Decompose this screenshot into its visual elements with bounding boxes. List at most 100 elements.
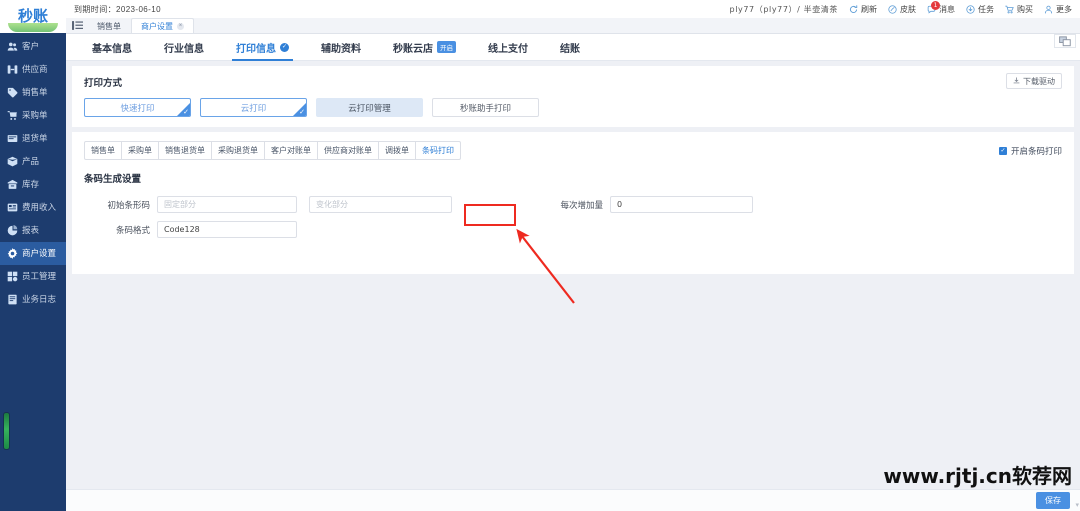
doc-tab-customer-statement[interactable]: 客户对账单 [265,142,318,159]
more-action[interactable]: 更多 [1044,4,1072,15]
scroll-down-icon[interactable]: ▾ [1075,501,1079,509]
refresh-action[interactable]: 刷新 [849,4,877,15]
sidebar-item-products[interactable]: 产品 [0,150,66,173]
doc-tab-purchase-order[interactable]: 采购单 [122,142,159,159]
close-icon[interactable]: × [177,22,184,30]
print-method-assistant[interactable]: 秒账助手打印 [432,98,539,117]
chart-icon [7,225,18,236]
tab-industry-info[interactable]: 行业信息 [148,34,220,61]
increment-label: 每次增加量 [560,199,603,210]
task-action[interactable]: 任务 [966,4,994,15]
doc-tab-supplier-statement[interactable]: 供应商对账单 [318,142,379,159]
account-name: ply77（ply77）/ 半壶清茶 [729,4,838,14]
tab-settlement[interactable]: 结账 [544,34,596,61]
staff-icon [7,271,18,282]
sidebar-item-suppliers[interactable]: 供应商 [0,58,66,81]
sidebar-item-sales-order[interactable]: 销售单 [0,81,66,104]
expense-icon [7,202,18,213]
module-tab-label: 辅助资料 [321,43,361,55]
print-method-buttons: 快速打印 ✓ 云打印 ✓ 云打印管理 秒账助手打印 [84,98,1062,117]
tab-online-payment[interactable]: 线上支付 [472,34,544,61]
warehouse-icon [7,179,18,190]
barcode-format-input[interactable]: Code128 [157,221,297,238]
enable-barcode-print-checkbox[interactable]: ✓ 开启条码打印 [998,145,1062,157]
sidebar-item-inventory[interactable]: 库存 [0,173,66,196]
window-restore-icon[interactable] [1054,34,1076,48]
more-label: 更多 [1056,4,1072,14]
message-action[interactable]: 1 消息 [927,0,955,15]
doc-tab-sales-order[interactable]: 销售单 [85,142,122,159]
skin-label: 皮肤 [900,4,916,14]
buy-action[interactable]: 购买 [1005,4,1033,15]
sidebar-item-staff-management[interactable]: 员工管理 [0,265,66,288]
sidebar-item-purchase-order[interactable]: 采购单 [0,104,66,127]
increment-input[interactable]: 0 [610,196,753,213]
barcode-card: 销售单 采购单 销售退货单 采购退货单 客户对账单 供应商对账单 调拨单 条码打… [72,132,1074,274]
module-tab-label: 结账 [560,43,580,55]
sales-order-icon [7,87,18,98]
footer-bar: 保存 ▾ [66,489,1080,511]
refresh-label: 刷新 [861,4,877,14]
doc-tab-purchase-return[interactable]: 采购退货单 [212,142,265,159]
sidebar-item-label: 销售单 [22,87,48,97]
print-method-label: 云打印管理 [348,102,391,113]
sidebar: 秒账 客户 供应商 销售单 采购单 退货单 产品 库存 费用收入 报表 商户设置… [0,0,66,511]
log-icon [7,294,18,305]
print-method-cloud-manage[interactable]: 云打印管理 [316,98,423,117]
download-icon [1013,76,1020,86]
tab-list-menu-icon[interactable] [71,19,84,32]
doc-tab-label: 销售单 [91,146,115,155]
cart-icon [7,110,18,121]
sidebar-item-label: 业务日志 [22,294,57,304]
watermark-text: www.rjtj.cn软荐网 [883,464,1072,488]
doc-tab-sales-return[interactable]: 销售退货单 [159,142,212,159]
fixed-part-input[interactable]: 固定部分 [157,196,297,213]
variable-part-input[interactable]: 变化部分 [309,196,452,213]
sidebar-item-return-order[interactable]: 退货单 [0,127,66,150]
window-tab-label: 商户设置 [141,21,173,31]
save-button[interactable]: 保存 [1036,492,1070,509]
topbar: 到期时间：2023-06-10 ply77（ply77）/ 半壶清茶 刷新 皮肤… [66,0,1080,18]
download-driver-button[interactable]: 下载驱动 [1006,73,1062,89]
topbar-actions: ply77（ply77）/ 半壶清茶 刷新 皮肤 1 消息 任务 购买 更多 [729,0,1072,15]
skin-action[interactable]: 皮肤 [888,4,916,15]
sidebar-item-merchant-settings[interactable]: 商户设置 [0,242,66,265]
doc-tab-barcode-print[interactable]: 条码打印 [416,142,460,159]
window-tab-sales-order[interactable]: 销售单 [87,18,131,33]
tab-print-info[interactable]: 打印信息 ✓ [220,34,305,61]
print-method-quick-print[interactable]: 快速打印 ✓ [84,98,191,117]
barcode-format-row: 条码格式 Code128 [84,221,1062,238]
buy-label: 购买 [1017,4,1033,14]
print-method-cloud-print[interactable]: 云打印 ✓ [200,98,307,117]
tab-cloud-store[interactable]: 秒账云店 开启 [377,34,472,61]
sidebar-item-business-log[interactable]: 业务日志 [0,288,66,311]
doc-tab-transfer-order[interactable]: 调拨单 [379,142,416,159]
enable-barcode-print-label: 开启条码打印 [1010,145,1062,156]
app-logo[interactable]: 秒账 [0,0,66,33]
window-tab-merchant-settings[interactable]: 商户设置 × [131,18,194,33]
checkbox-checked-icon: ✓ [998,146,1007,155]
module-tabs: 基本信息 行业信息 打印信息 ✓ 辅助资料 秒账云店 开启 线上支付 结账 [66,34,1080,61]
print-method-card: 打印方式 下载驱动 快速打印 ✓ 云打印 ✓ 云打印管理 秒账助手打印 [72,66,1074,127]
sidebar-item-customers[interactable]: 客户 [0,35,66,58]
sidebar-item-label: 退货单 [22,133,48,143]
message-label: 消息 [939,4,955,14]
sidebar-scroll-indicator[interactable] [3,412,10,450]
logo-swoosh-icon [8,23,58,32]
print-method-label: 秒账助手打印 [459,102,511,113]
sidebar-item-label: 产品 [22,156,40,166]
doc-tab-label: 调拨单 [385,146,409,155]
check-icon: ✓ [299,109,305,116]
module-tab-label: 基本信息 [92,43,132,55]
status-badge: 开启 [437,41,456,53]
tab-basic-info[interactable]: 基本信息 [76,34,148,61]
module-tab-label: 线上支付 [488,43,528,55]
module-tab-label: 打印信息 [236,43,276,55]
task-icon [966,4,975,14]
sidebar-item-expense-income[interactable]: 费用收入 [0,196,66,219]
user-more-icon [1044,5,1053,14]
return-icon [7,133,18,144]
tab-auxiliary-data[interactable]: 辅助资料 [305,34,377,61]
main-area: 到期时间：2023-06-10 ply77（ply77）/ 半壶清茶 刷新 皮肤… [66,0,1080,511]
sidebar-item-reports[interactable]: 报表 [0,219,66,242]
